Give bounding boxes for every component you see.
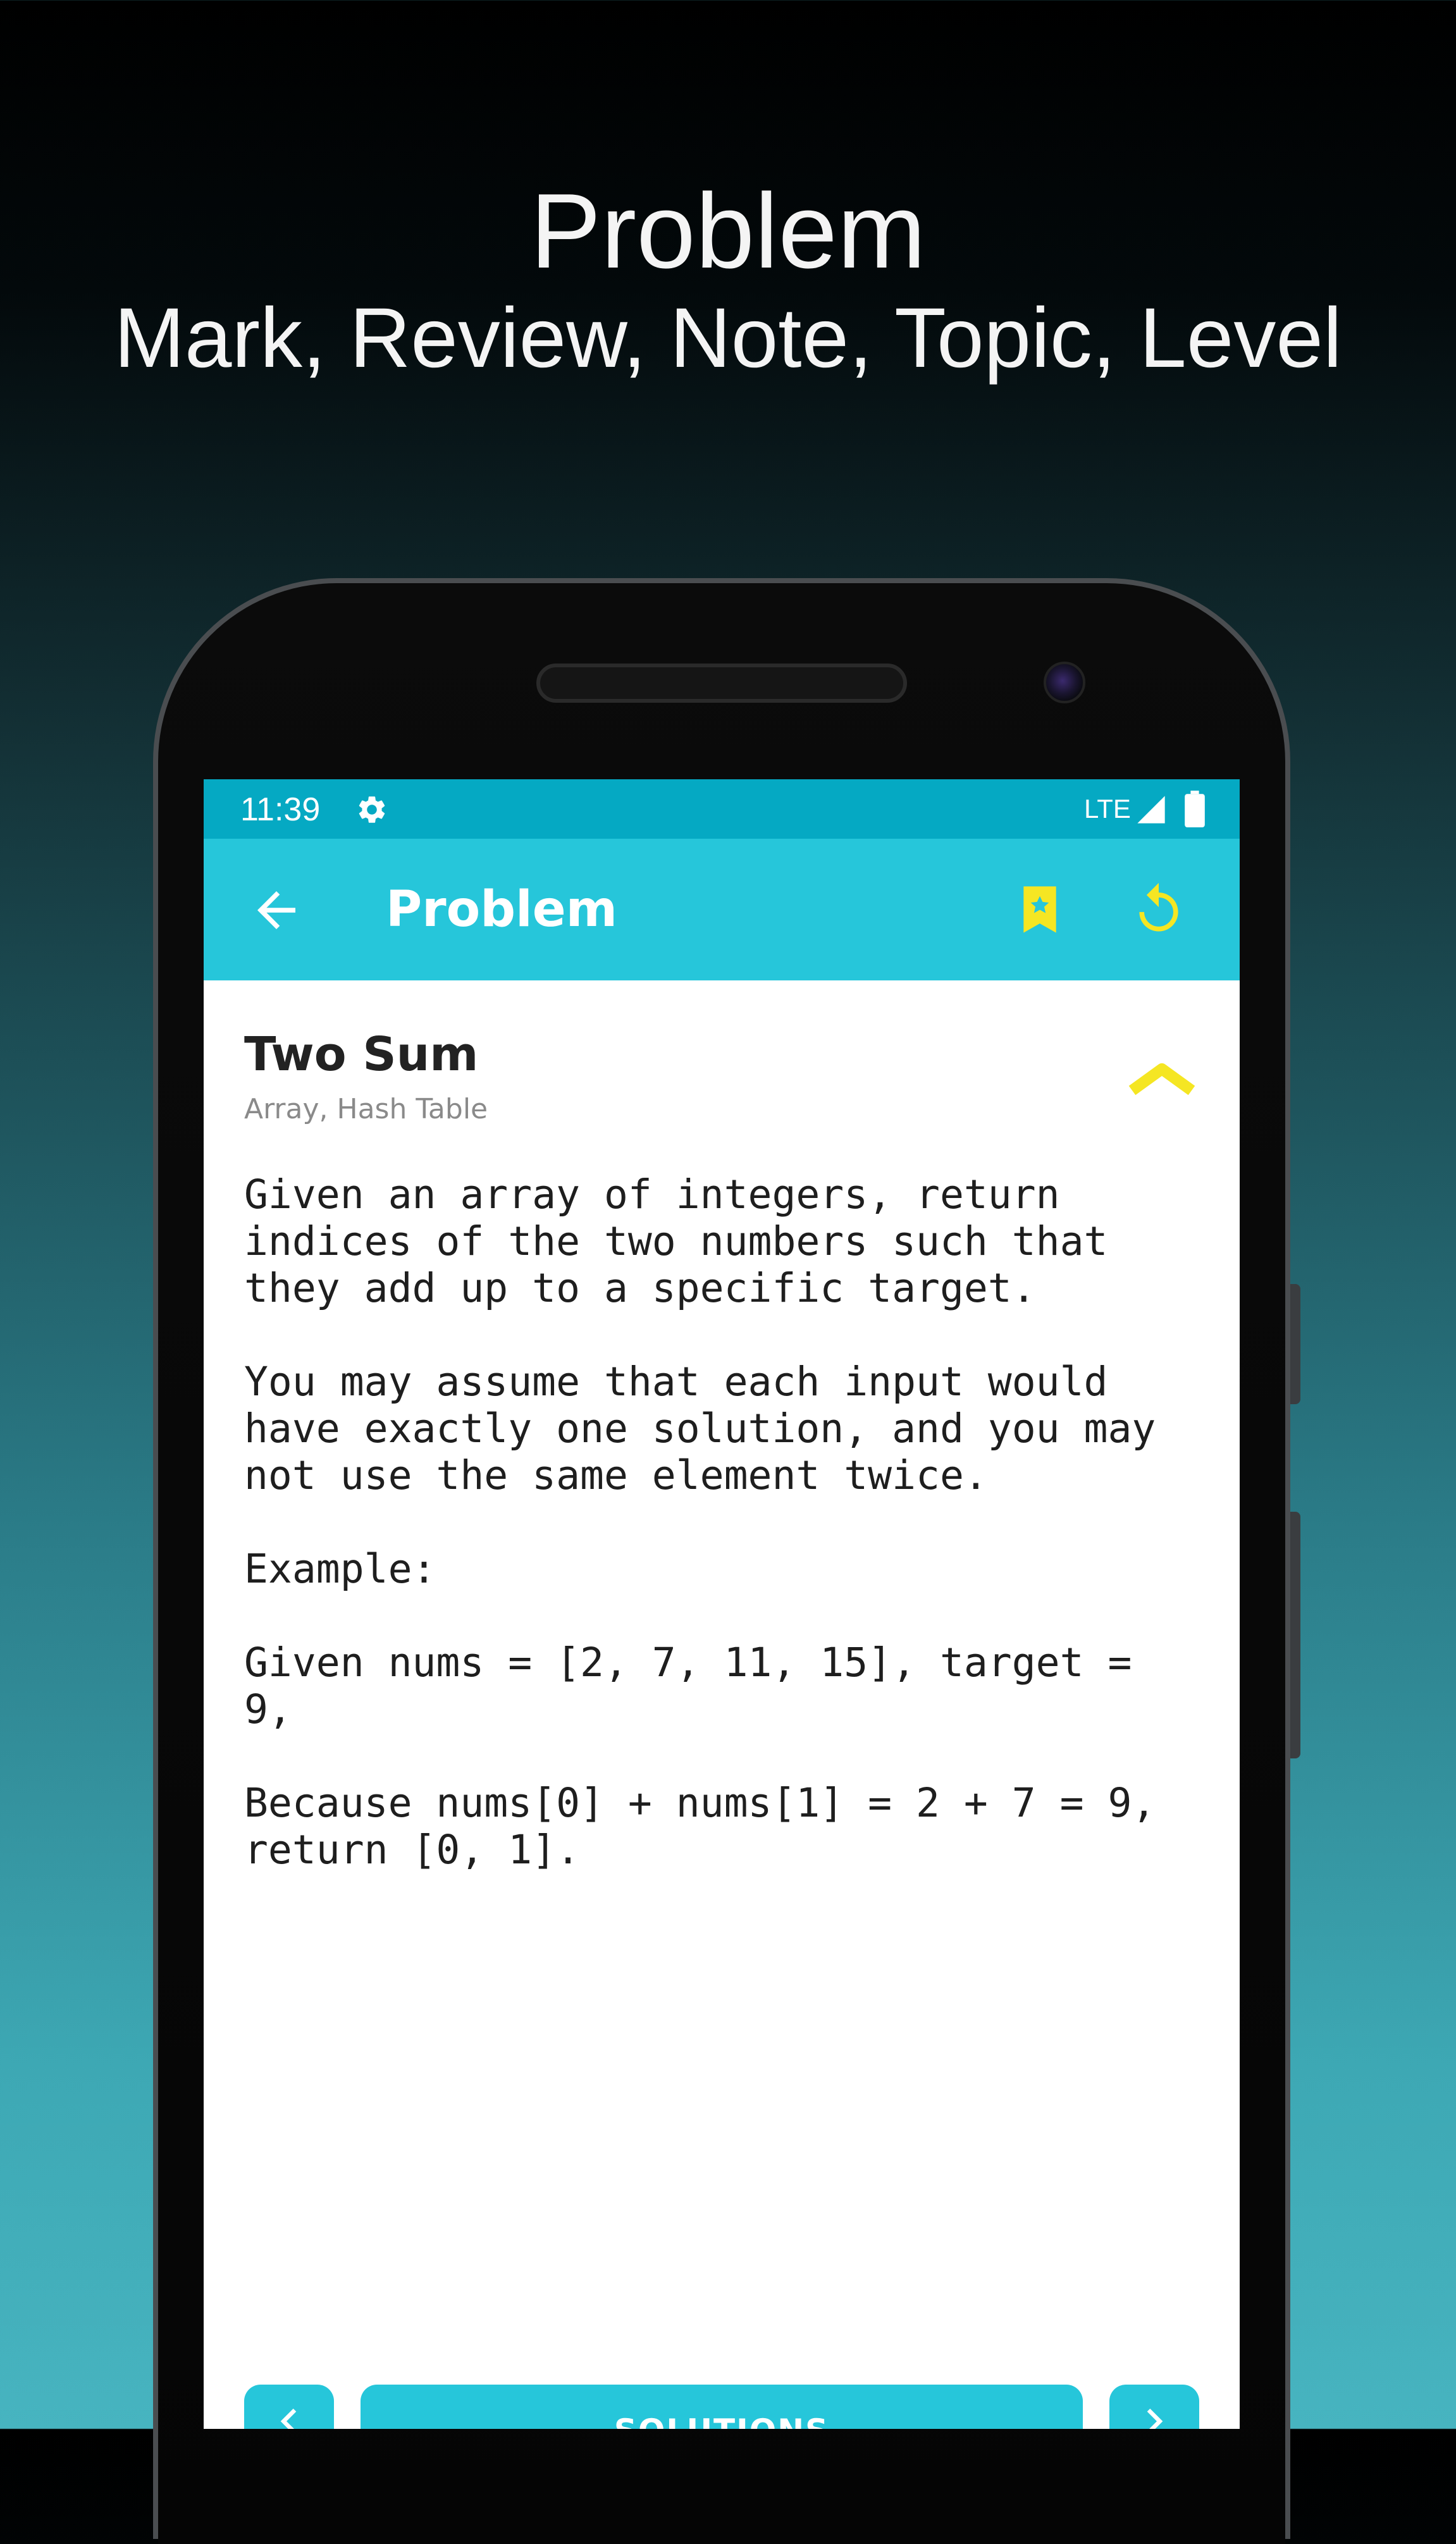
bookmark-button[interactable] [1008,878,1071,941]
chevron-left-icon [280,2409,297,2429]
network-type: LTE [1084,794,1131,824]
description-paragraph: Given an array of integers, return indic… [244,1171,1108,1311]
battery-icon [1185,791,1205,827]
solutions-button[interactable]: SOLUTIONS [361,2385,1083,2429]
app-bar-title: Problem [386,881,617,938]
description-paragraph: Because nums[0] + nums[1] = 2 + 7 = 9, r… [244,1780,1156,1873]
description-paragraph: Given nums = [2, 7, 11, 15], target = 9, [244,1639,1132,1732]
app-bar: Problem [204,839,1240,980]
next-problem-button[interactable] [1109,2385,1199,2429]
review-refresh-icon [1139,882,1178,932]
phone-camera [1044,662,1085,703]
phone-volume-button [1290,1512,1300,1758]
chevron-right-icon [1147,2409,1163,2429]
phone-screen: 11:39 LTE Problem Two Sum Array, Hash Ta… [204,779,1240,2429]
problem-tags: Array, Hash Table [244,1093,488,1125]
status-bar: 11:39 LTE [204,779,1240,839]
signal-icon [1137,796,1165,824]
review-button[interactable] [1127,878,1190,941]
problem-description: Given an array of integers, return indic… [244,1171,1212,1874]
promo-subtitle: Mark, Review, Note, Topic, Level [114,291,1342,385]
description-paragraph: You may assume that each input would hav… [244,1359,1156,1498]
solutions-button-label: SOLUTIONS [614,2412,829,2429]
promo-title: Problem [530,171,926,290]
back-arrow-icon[interactable] [248,882,305,939]
previous-problem-button[interactable] [244,2385,334,2429]
phone-speaker [536,664,907,703]
problem-title: Two Sum [244,1027,479,1082]
description-paragraph: Example: [244,1546,436,1592]
collapse-chevron-up-icon[interactable] [1127,1051,1197,1102]
status-time: 11:39 [240,791,321,828]
settings-gear-icon [359,796,385,823]
bookmark-star-icon [1023,886,1056,933]
bottom-navigation: SOLUTIONS [204,2385,1240,2429]
phone-power-button [1290,1284,1300,1404]
